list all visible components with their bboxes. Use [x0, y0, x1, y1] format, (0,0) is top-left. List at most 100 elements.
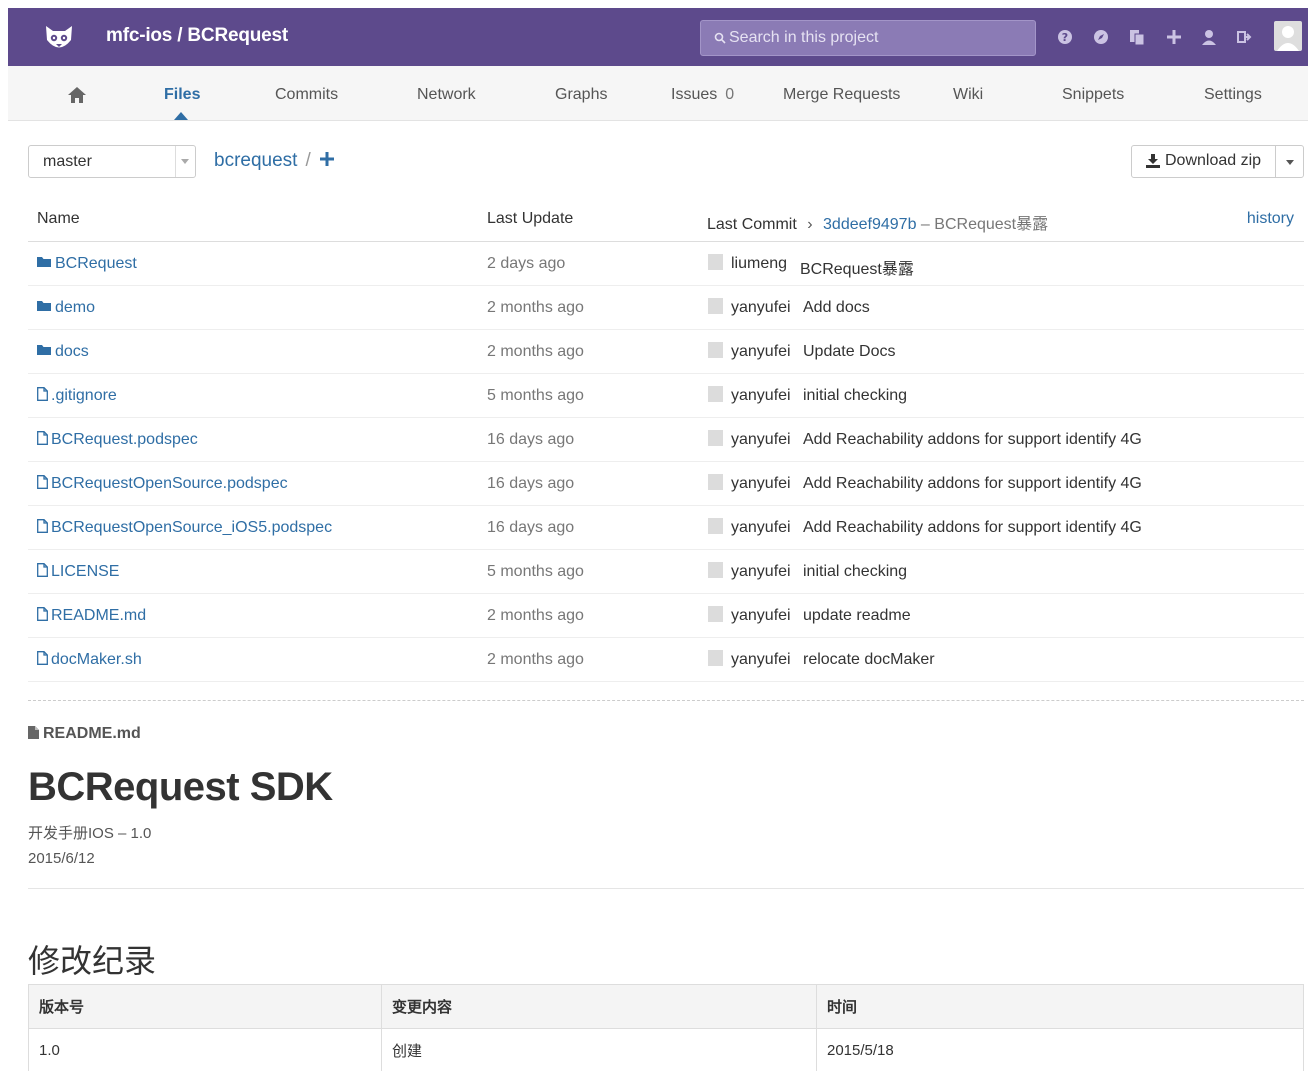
commit-message-link[interactable]: Add Reachability addons for support iden…	[803, 519, 1142, 537]
changelog-header-row: 版本号 变更内容 时间	[28, 984, 1304, 1029]
author-avatar	[708, 254, 723, 270]
commit-message-link[interactable]: BCRequest暴露	[800, 255, 914, 279]
readme-divider	[28, 888, 1304, 889]
file-name-link[interactable]: LICENSE	[37, 563, 119, 581]
tab-snippets[interactable]: Snippets	[1062, 86, 1124, 104]
table-row: docMaker.sh 2 months ago yanyufei relocate …	[28, 638, 1304, 682]
changelog-row: 1.0 创建 2015/5/18	[28, 1028, 1304, 1071]
tab-settings[interactable]: Settings	[1204, 86, 1262, 104]
active-tab-indicator	[174, 112, 188, 120]
file-icon	[37, 475, 48, 489]
file-last-update: 2 days ago	[487, 255, 566, 272]
file-name: BCRequest	[55, 255, 137, 272]
copy-icon[interactable]	[1128, 28, 1146, 46]
file-name-link[interactable]: BCRequestOpenSource_iOS5.podspec	[37, 519, 332, 537]
col-last-commit-header: Last Commit › 3ddeef9497b – BCRequest暴露	[707, 210, 1048, 234]
file-last-update: 2 months ago	[487, 299, 584, 316]
author-avatar	[708, 518, 723, 534]
breadcrumb-root-link[interactable]: bcrequest	[214, 150, 297, 171]
last-commit-label: Last Commit	[707, 216, 797, 233]
download-zip-button[interactable]: Download zip	[1132, 146, 1275, 177]
author-avatar	[708, 298, 723, 314]
file-icon	[37, 563, 48, 577]
file-name: README.md	[51, 607, 147, 624]
breadcrumb-separator: /	[305, 150, 311, 171]
signout-icon[interactable]	[1236, 28, 1254, 46]
search-icon	[714, 32, 726, 44]
file-name-link[interactable]: BCRequest	[37, 255, 137, 273]
gitlab-fox-logo-icon[interactable]	[42, 22, 76, 54]
changelog-date: 2015/5/18	[816, 1028, 1304, 1071]
author-avatar	[708, 606, 723, 622]
top-header: mfc-ios / BCRequest ?	[8, 8, 1308, 66]
table-row: BCRequest 2 days ago liumeng BCRequest暴露	[28, 242, 1304, 286]
file-name: BCRequestOpenSource_iOS5.podspec	[51, 519, 333, 536]
author-avatar	[708, 342, 723, 358]
commit-message-link[interactable]: initial checking	[803, 387, 907, 405]
chevron-down-icon	[181, 159, 189, 164]
table-row: README.md 2 months ago yanyufei update read…	[28, 594, 1304, 638]
file-name-link[interactable]: docs	[37, 343, 89, 361]
project-title[interactable]: mfc-ios / BCRequest	[106, 25, 288, 47]
tab-network[interactable]: Network	[417, 86, 476, 104]
branch-select-divider	[175, 146, 176, 177]
file-name: demo	[55, 299, 96, 316]
branch-select[interactable]: master	[28, 145, 196, 178]
file-name-link[interactable]: README.md	[37, 607, 146, 625]
user-avatar[interactable]	[1274, 21, 1302, 51]
page: mfc-ios / BCRequest ?	[0, 0, 1308, 1071]
tab-graphs[interactable]: Graphs	[555, 86, 607, 104]
last-commit-sha-link[interactable]: 3ddeef9497b	[823, 216, 916, 233]
download-options-dropdown[interactable]	[1276, 146, 1304, 177]
plus-icon[interactable]	[1165, 28, 1183, 46]
tab-issues-label: Issues	[671, 86, 718, 103]
tab-merge-requests[interactable]: Merge Requests	[783, 86, 900, 104]
tab-wiki[interactable]: Wiki	[953, 86, 983, 104]
author-avatar	[708, 562, 723, 578]
commit-author: yanyufei	[731, 431, 791, 448]
changelog-table: 版本号 变更内容 时间 1.0 创建 2015/5/18	[28, 984, 1304, 1071]
file-icon	[37, 651, 48, 665]
file-name-link[interactable]: BCRequest.podspec	[37, 431, 198, 449]
commit-message-link[interactable]: Add Reachability addons for support iden…	[803, 431, 1142, 449]
download-zip-label: Download zip	[1165, 152, 1262, 169]
last-commit-dash: –	[920, 216, 930, 233]
commit-author: yanyufei	[731, 519, 791, 536]
history-link[interactable]: history	[1247, 210, 1294, 228]
home-icon[interactable]	[67, 86, 87, 104]
commit-message-link[interactable]: initial checking	[803, 563, 907, 581]
file-name-link[interactable]: BCRequestOpenSource.podspec	[37, 475, 288, 493]
download-icon	[1146, 154, 1160, 168]
readme-section-title: 修改纪录	[28, 943, 157, 979]
commit-message-link[interactable]: update readme	[803, 607, 911, 625]
explore-icon[interactable]	[1092, 28, 1110, 46]
file-name-link[interactable]: demo	[37, 299, 95, 317]
add-file-plus-icon[interactable]	[320, 152, 334, 166]
table-row: BCRequestOpenSource_iOS5.podspec 16 days …	[28, 506, 1304, 550]
commit-author: yanyufei	[731, 299, 791, 316]
commit-message-link[interactable]: Add docs	[803, 299, 870, 317]
search-input[interactable]	[729, 21, 1029, 55]
chevron-right-icon: ›	[807, 216, 813, 233]
file-icon	[37, 519, 48, 533]
changelog-version: 1.0	[28, 1028, 382, 1071]
commit-message-link[interactable]: Update Docs	[803, 343, 896, 361]
file-name-link[interactable]: .gitignore	[37, 387, 117, 405]
help-icon[interactable]: ?	[1056, 28, 1074, 46]
author-avatar	[708, 386, 723, 402]
tab-commits[interactable]: Commits	[275, 86, 338, 104]
commit-message-link[interactable]: Add Reachability addons for support iden…	[803, 475, 1142, 493]
commit-author: yanyufei	[731, 651, 791, 668]
commit-message-link[interactable]: relocate docMaker	[803, 651, 935, 669]
tab-issues[interactable]: Issues 0	[671, 86, 734, 104]
search-box[interactable]	[700, 20, 1036, 56]
file-name: BCRequest.podspec	[51, 431, 198, 448]
file-name-link[interactable]: docMaker.sh	[37, 651, 142, 669]
readme-subtitle: 开发手册IOS – 1.0	[28, 825, 152, 842]
tab-files[interactable]: Files	[164, 86, 200, 104]
file-last-update: 2 months ago	[487, 651, 584, 668]
commit-author: yanyufei	[731, 607, 791, 624]
file-table-header: Name Last Update Last Commit › 3ddeef949…	[28, 196, 1304, 242]
branch-select-value: master	[43, 153, 92, 170]
user-icon[interactable]	[1200, 28, 1218, 46]
